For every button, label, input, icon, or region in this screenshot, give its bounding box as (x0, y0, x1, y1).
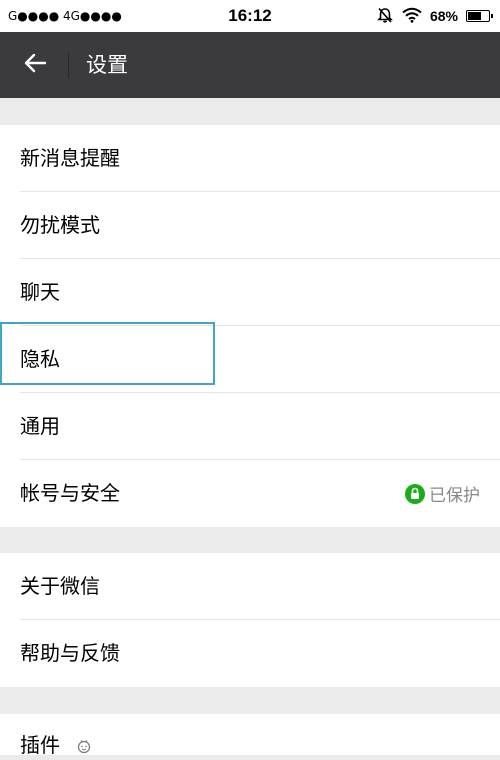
menu-item-plugins[interactable]: 插件 (0, 714, 500, 758)
menu-item-label: 帮助与反馈 (20, 641, 120, 665)
menu-item-label: 帐号与安全 (20, 481, 120, 505)
menu-item-new-message-alerts[interactable]: 新消息提醒 (0, 125, 500, 192)
protection-status: 已保护 (405, 460, 480, 527)
menu-item-label: 新消息提醒 (20, 146, 120, 170)
menu-item-label: 勿扰模式 (20, 213, 100, 237)
menu-item-chat[interactable]: 聊天 (0, 259, 500, 326)
alarm-off-icon (376, 6, 394, 27)
back-button[interactable] (18, 48, 52, 82)
menu-item-label: 聊天 (20, 280, 60, 304)
protection-status-text: 已保护 (429, 486, 480, 506)
menu-item-label: 隐私 (20, 347, 60, 371)
menu-item-help-feedback[interactable]: 帮助与反馈 (0, 620, 500, 687)
lock-icon (405, 483, 425, 504)
settings-group-about: 关于微信 帮助与反馈 (0, 553, 500, 687)
settings-group-main: 新消息提醒 勿扰模式 聊天 隐私 通用 帐号与安全 已保护 (0, 125, 500, 527)
header-divider (68, 52, 69, 78)
wifi-icon (402, 7, 422, 26)
menu-item-do-not-disturb[interactable]: 勿扰模式 (0, 192, 500, 259)
menu-item-label: 关于微信 (20, 574, 100, 598)
menu-item-account-security[interactable]: 帐号与安全 已保护 (0, 460, 500, 527)
menu-item-label: 通用 (20, 414, 60, 438)
battery-icon (466, 10, 493, 22)
status-bar: G●●●● 4G●●●● 16:12 68% (0, 0, 500, 32)
menu-item-about-wechat[interactable]: 关于微信 (0, 553, 500, 620)
battery-percent: 68% (429, 8, 458, 24)
arrow-left-icon (23, 53, 47, 77)
battery-level-fill (468, 12, 481, 20)
app-header: 设置 (0, 32, 500, 98)
menu-item-general[interactable]: 通用 (0, 393, 500, 460)
menu-item-privacy[interactable]: 隐私 (0, 326, 500, 393)
page-title: 设置 (86, 53, 128, 77)
plugin-face-icon (76, 738, 92, 758)
status-icons: 68% (376, 0, 493, 32)
menu-item-label: 插件 (20, 733, 60, 757)
